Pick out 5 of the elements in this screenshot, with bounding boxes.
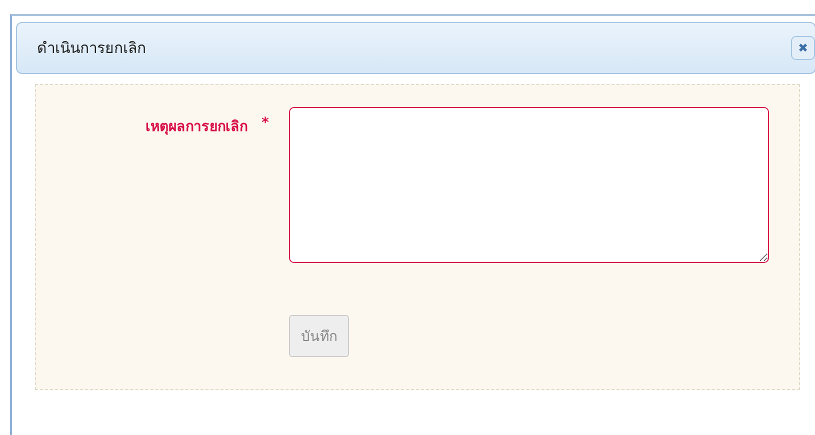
required-mark: * <box>262 115 269 133</box>
dialog-title: ดำเนินการยกเลิก <box>37 38 147 59</box>
close-button[interactable]: ✖ <box>791 36 815 60</box>
field-label: เหตุผลการยกเลิก <box>146 118 248 137</box>
reason-textarea[interactable] <box>289 107 769 263</box>
